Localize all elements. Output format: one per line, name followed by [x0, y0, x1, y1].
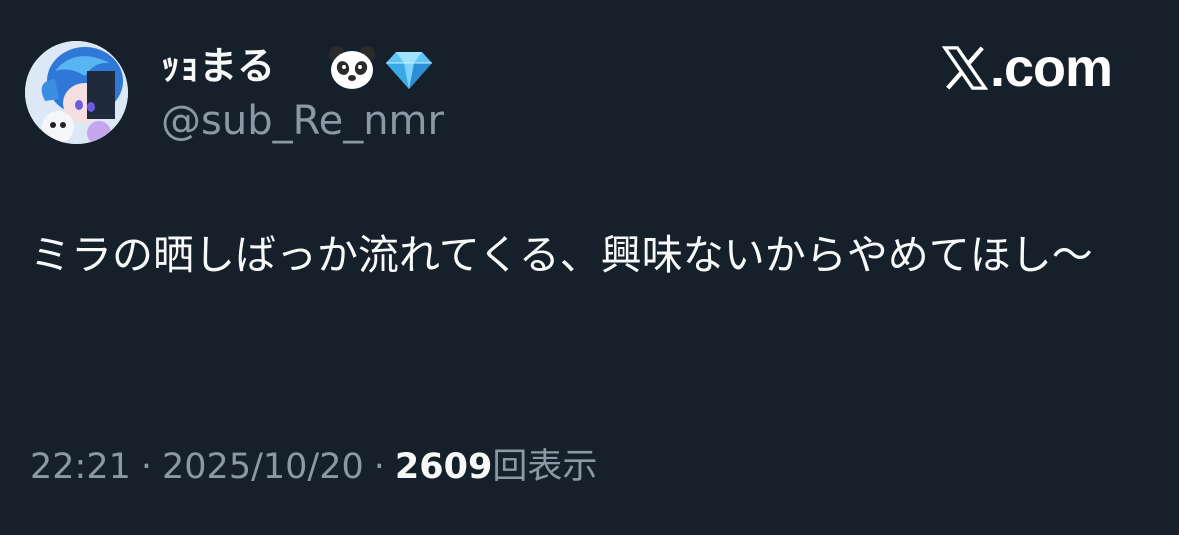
avatar[interactable]	[25, 41, 128, 144]
user-handle[interactable]: @sub_Re_nmr	[161, 96, 444, 146]
views-label: 回表示	[492, 447, 598, 487]
meta-separator: ·	[373, 447, 385, 487]
display-name[interactable]: ｯｮまる	[161, 41, 275, 91]
tweet-time[interactable]: 22:21	[30, 447, 131, 487]
views-count[interactable]: 2609	[395, 447, 492, 487]
anime-character-avatar-image	[25, 41, 128, 144]
tweet-text: ミラの晒しばっか流れてくる、興味ないからやめてほし〜	[30, 231, 1093, 279]
gem-icon	[386, 52, 432, 89]
panda-icon	[329, 46, 375, 89]
x-logo-icon	[941, 46, 988, 90]
brand-logo: .com	[941, 36, 1113, 100]
meta-separator: ·	[140, 447, 153, 487]
tweet-meta: 22:21 · 2025/10/20 · 2609回表示	[30, 442, 597, 492]
tweet-date[interactable]: 2025/10/20	[162, 447, 364, 487]
brand-domain-text: .com	[989, 38, 1113, 98]
